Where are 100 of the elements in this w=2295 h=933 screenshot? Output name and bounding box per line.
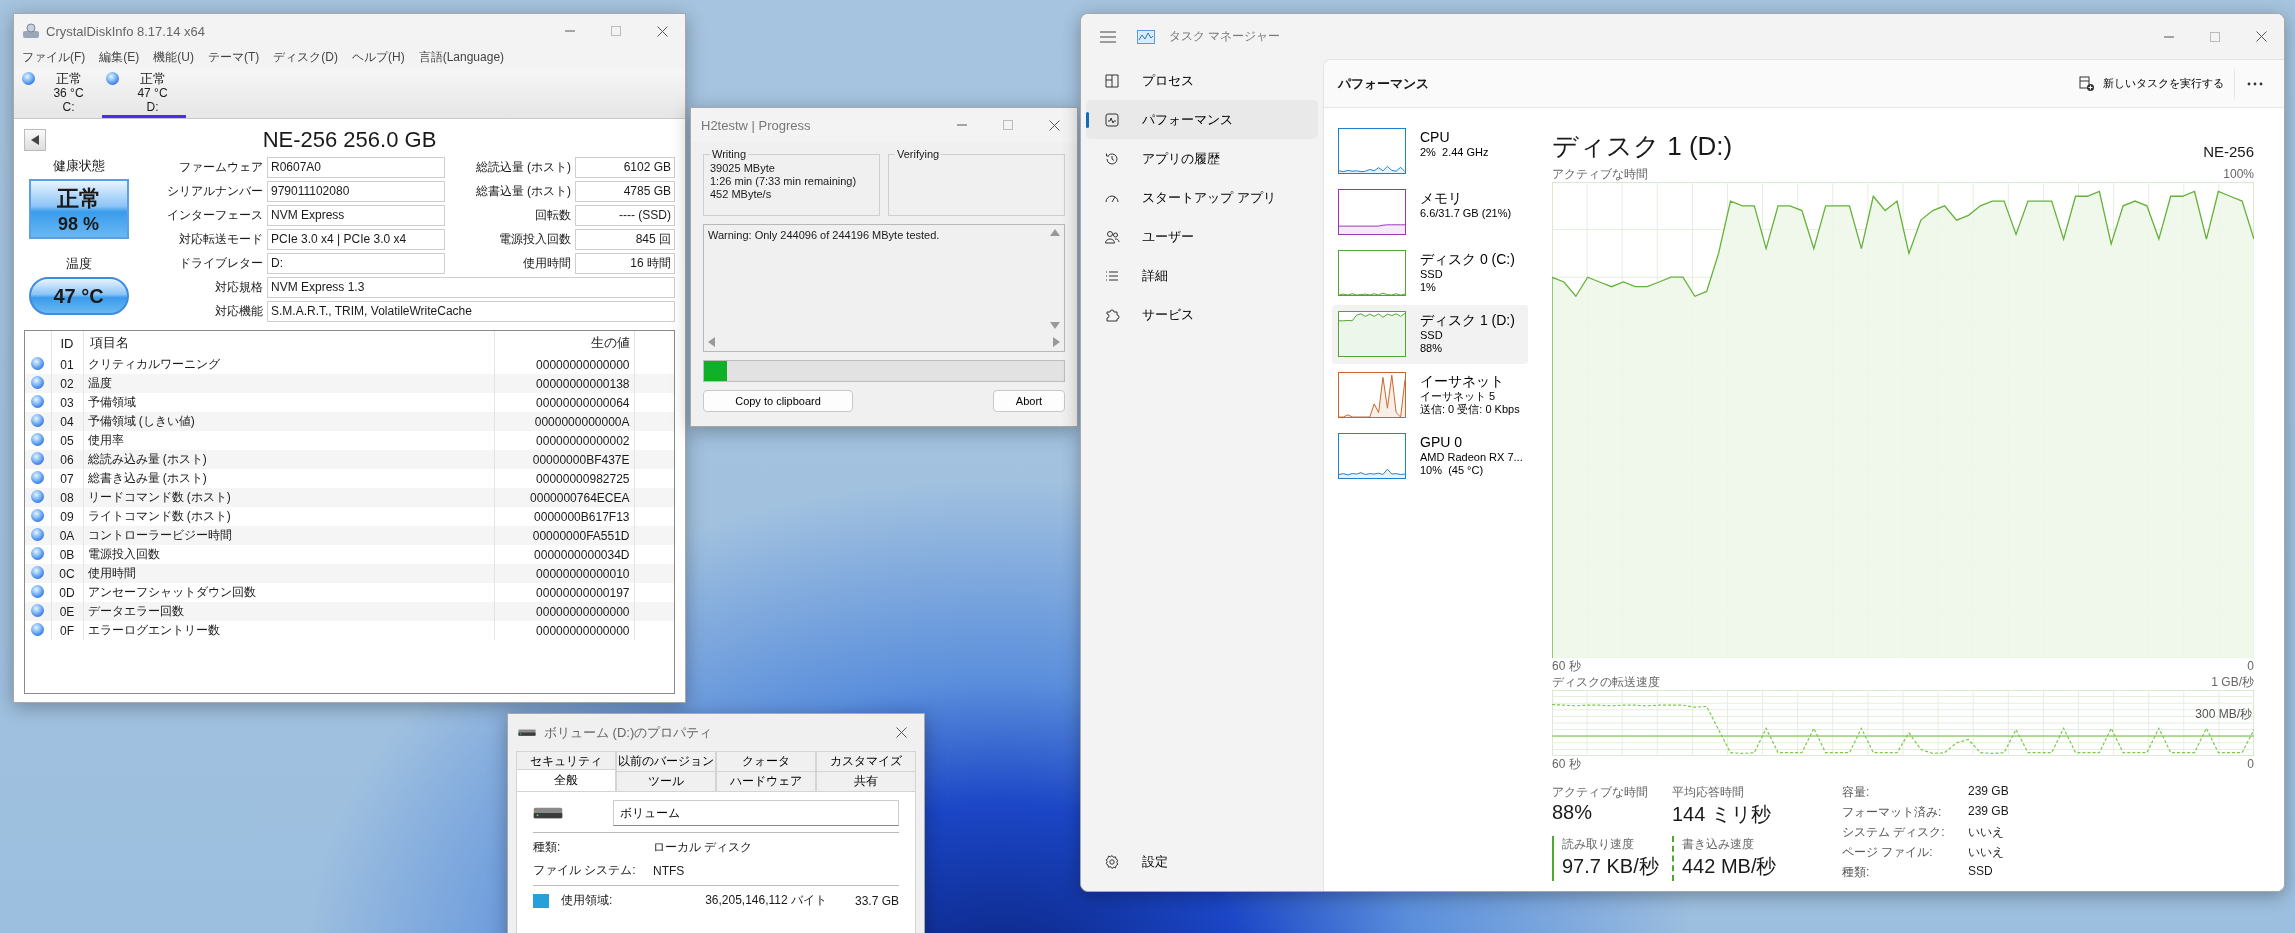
tab[interactable]: カスタマイズ [816, 751, 916, 771]
device-item[interactable]: メモリ 6.6/31.7 GB (21%) [1332, 183, 1528, 242]
menu-item[interactable]: ファイル(F) [22, 49, 86, 66]
table-cell: 総読み込み量 (ホスト) [83, 450, 494, 469]
add-task-icon [2079, 75, 2095, 92]
speed-stat: 読み取り速度 97.7 KB/秒 [1552, 835, 1672, 881]
info-label: 対応規格 [214, 279, 263, 296]
stat-value: 144 ミリ秒 [1672, 802, 1772, 827]
axis-label: 0 [2247, 756, 2254, 772]
temperature-display: 47 °C [28, 277, 129, 315]
info-value: PCIe 3.0 x4 | PCIe 3.0 x4 [267, 229, 445, 250]
field-value: NTFS [653, 863, 686, 878]
close-icon [1048, 119, 1060, 131]
info-label: 使用時間 [522, 255, 571, 272]
table-cell: 02 [51, 374, 83, 393]
info-label: 対応機能 [214, 303, 263, 320]
tab[interactable]: セキュリティ [516, 751, 616, 771]
window-title: タスク マネージャー [1169, 28, 1282, 45]
nav-item[interactable]: スタートアップ アプリ [1086, 178, 1318, 217]
drive-tab[interactable]: 正常 47 °C D: [102, 69, 186, 118]
tab[interactable]: 以前のバージョン [616, 751, 716, 771]
property-label: ページ ファイル: [1842, 844, 1934, 861]
status-dot [31, 584, 45, 598]
info-label: 総書込量 (ホスト) [474, 183, 571, 200]
back-button[interactable] [24, 129, 46, 151]
info-label: ファームウェア [178, 159, 263, 176]
menu-item[interactable]: テーマ(T) [208, 49, 260, 66]
device-item[interactable]: GPU 0 AMD Radeon RX 7... 10% (45 °C) [1332, 427, 1528, 486]
status-dot [31, 432, 45, 446]
table-cell: 08 [51, 488, 83, 507]
property-label: システム ディスク: [1842, 824, 1946, 841]
tab[interactable]: ハードウェア [716, 771, 816, 791]
property-label: 容量: [1842, 784, 1871, 801]
property-value: 239 GB [1968, 784, 2009, 800]
abort-button[interactable]: Abort [993, 390, 1065, 412]
status-text: 39025 MByte [710, 162, 776, 174]
nav-item[interactable]: パフォーマンス [1086, 100, 1318, 139]
table-cell: 06 [51, 450, 83, 469]
window-title: H2testw | Progress [701, 117, 812, 133]
close-icon [656, 25, 668, 37]
window-title: ボリューム (D:)のプロパティ [544, 723, 714, 742]
menu-item[interactable]: 編集(E) [99, 49, 140, 66]
tab[interactable]: 全般 [516, 769, 616, 791]
tab[interactable]: クォータ [716, 751, 816, 771]
volume-name-field[interactable]: ボリューム [613, 800, 899, 826]
status-dot [31, 451, 45, 465]
table-cell: リードコマンド数 (ホスト) [83, 488, 494, 507]
nav-item[interactable]: プロセス [1086, 61, 1318, 100]
down-arrow-icon [1050, 322, 1060, 329]
tab[interactable]: 共有 [816, 771, 916, 791]
info-label: インターフェース [166, 207, 263, 224]
device-item[interactable]: ディスク 1 (D:) SSD 88% [1332, 305, 1528, 364]
nav-item[interactable]: アプリの履歴 [1086, 139, 1318, 178]
menu-item[interactable]: 言語(Language) [418, 49, 505, 66]
menu-item[interactable]: 機能(U) [153, 49, 194, 66]
puzzle-icon [1104, 306, 1120, 323]
field-label: 使用領域: [561, 892, 613, 909]
info-value: D: [267, 253, 445, 274]
run-new-task-button[interactable]: 新しいタスクを実行する [2069, 69, 2234, 98]
users-icon [1104, 228, 1120, 245]
pulse-icon [1104, 111, 1120, 128]
info-value: 4785 GB [575, 181, 675, 202]
menu-item[interactable]: ディスク(D) [273, 49, 338, 66]
nav-item[interactable]: ユーザー [1086, 217, 1318, 256]
status-dot [31, 470, 45, 484]
field-value: 33.7 GB [853, 893, 899, 908]
group-label: Writing [711, 148, 748, 160]
nav-item[interactable]: サービス [1086, 295, 1318, 334]
info-value: S.M.A.R.T., TRIM, VolatileWriteCache [267, 301, 675, 322]
copy-button[interactable]: Copy to clipboard [703, 390, 853, 412]
section-title: パフォーマンス [1338, 74, 1430, 93]
table-cell: 0C [51, 564, 83, 583]
device-item[interactable]: ディスク 0 (C:) SSD 1% [1332, 244, 1528, 303]
drive-tab[interactable]: 正常 36 °C C: [18, 69, 102, 118]
device-item[interactable]: CPU 2% 2.44 GHz [1332, 122, 1528, 181]
settings-nav-item[interactable]: 設定 [1086, 842, 1318, 881]
table-cell: 0F [51, 621, 83, 640]
tab[interactable]: ツール [616, 771, 716, 791]
table-cell: データエラー回数 [83, 602, 494, 621]
table-cell: コントローラービジー時間 [83, 526, 494, 545]
health-status-box: 正常 98 % [28, 179, 129, 239]
status-dot [31, 622, 45, 636]
axis-label: 300 MB/秒 [2195, 706, 2252, 723]
axis-label: 0 [2247, 658, 2254, 674]
axis-label: 60 秒 [1552, 658, 1581, 674]
stat-value: 88% [1552, 801, 1594, 824]
field-label: ファイル システム: [533, 862, 637, 879]
status-dot [31, 413, 45, 427]
menu-item[interactable]: ヘルプ(H) [352, 49, 405, 66]
up-arrow-icon [1050, 229, 1060, 236]
device-item[interactable]: イーサネット イーサネット 5 送信: 0 受信: 0 Kbps [1332, 366, 1528, 425]
grid-icon [1104, 72, 1120, 89]
graph-label: アクティブな時間 [1552, 166, 1648, 182]
property-value: いいえ [1968, 844, 2005, 861]
status-dot [31, 565, 45, 579]
used-space-swatch [533, 893, 549, 908]
nav-item[interactable]: 詳細 [1086, 256, 1318, 295]
field-value: ローカル ディスク [653, 839, 754, 856]
table-cell: 温度 [83, 374, 494, 393]
graph-label: ディスクの転送速度 [1552, 674, 1660, 690]
